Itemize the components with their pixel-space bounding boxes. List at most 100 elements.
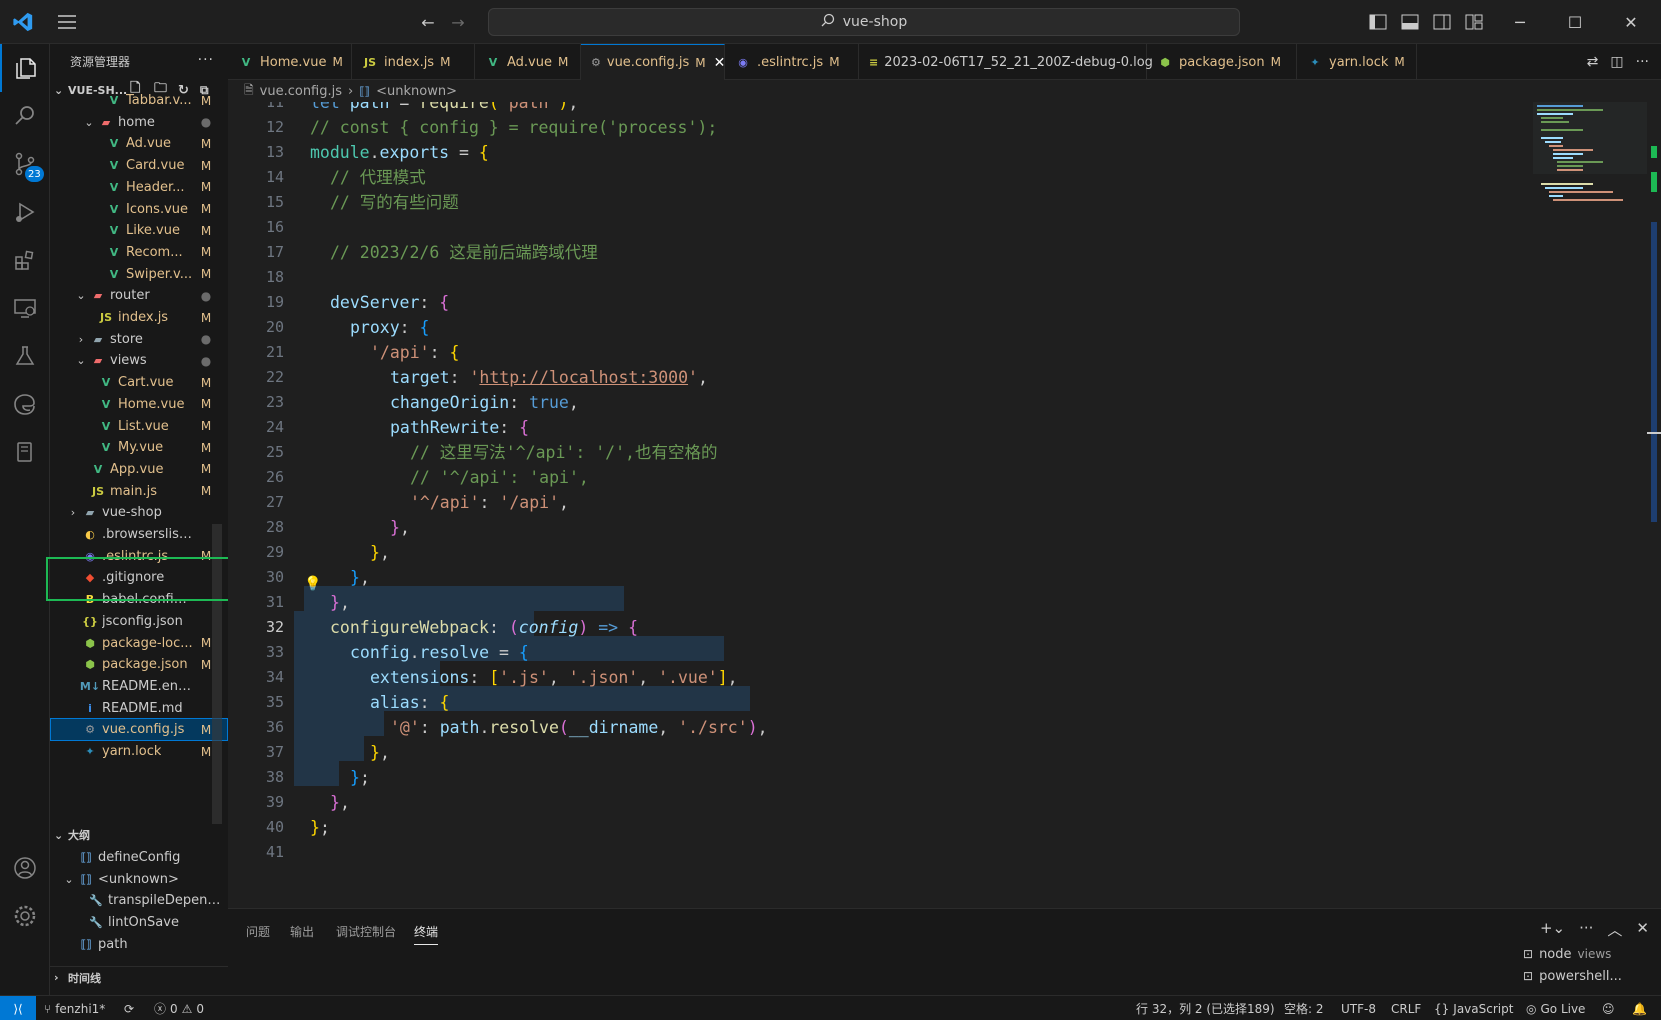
go-live-button[interactable]: ◎ Go Live [1526,996,1585,1020]
device-icon[interactable] [0,428,50,476]
sync-icon[interactable]: ⟳ [124,996,134,1020]
tree-item[interactable]: ◐ .browserslistrc [50,523,228,546]
remote-indicator-icon[interactable]: ⟩⟨ [0,996,36,1020]
tree-item[interactable]: V Header... M [50,176,228,199]
tree-item[interactable]: V My.vue M [50,436,228,459]
tree-item[interactable]: › ▰ store ● [50,328,228,351]
toggle-panel-icon[interactable] [1398,10,1422,34]
timeline-header[interactable]: › 时间线 [50,966,228,988]
chevron-right-icon[interactable]: › [66,506,80,519]
editor-tab[interactable]: ✦ yarn.lock M [1297,44,1417,80]
minimize-icon[interactable]: ─ [1505,10,1535,34]
tree-item[interactable]: V Recom... M [50,241,228,264]
remote-explorer-icon[interactable] [0,284,50,332]
explorer-more-icon[interactable]: ··· [198,52,214,68]
outline-item[interactable]: ⟦⟧ path [50,933,228,956]
tree-item[interactable]: V Ad.vue M [50,132,228,155]
testing-icon[interactable] [0,332,50,380]
code-editor[interactable]: 11 12 13 14 15 16 17 18 19 20 21 22 23 24 25 26 27 28 29 30… [228,102,1661,908]
source-control-icon[interactable]: 23 [0,140,50,188]
chevron-down-icon[interactable]: ⌄ [62,873,76,886]
tree-item[interactable]: JS index.js M [50,306,228,329]
close-panel-icon[interactable]: ✕ [1636,919,1649,940]
tree-item[interactable]: i README.md [50,697,228,720]
editor-scrollbar[interactable] [1647,102,1661,908]
tree-item[interactable]: V Cart.vue M [50,371,228,394]
tree-item[interactable]: V Icons.vue M [50,198,228,221]
outline-header[interactable]: ⌄ 大纲 [50,824,228,846]
toggle-primary-sidebar-icon[interactable] [1366,10,1390,34]
branch-indicator[interactable]: ⑂ fenzhi1* [44,996,105,1020]
line-ending[interactable]: CRLF [1391,996,1421,1020]
outline-item[interactable]: 🔧 lintOnSave [50,911,228,934]
close-tab-icon[interactable]: ✕ [714,55,726,71]
editor-tab[interactable]: V Ad.vue M [475,44,581,80]
search-icon[interactable] [0,92,50,140]
breadcrumb-file[interactable]: vue.config.js [260,84,342,99]
tree-item[interactable]: V Like.vue M [50,219,228,242]
tree-item[interactable]: ✦ yarn.lock M [50,740,228,763]
feedback-icon[interactable]: ☺ [1602,996,1615,1020]
command-center-search[interactable]: vue-shop [488,8,1240,36]
toggle-secondary-sidebar-icon[interactable] [1430,10,1454,34]
editor-tab[interactable]: V Home.vue M [228,44,352,80]
forward-arrow-icon[interactable]: → [446,10,470,34]
more-actions-icon[interactable]: ··· [1636,54,1649,70]
cursor-position[interactable]: 行 32，列 2 (已选择189) [1136,996,1275,1020]
open-changes-icon[interactable]: ⇄ [1587,54,1599,70]
chevron-down-icon[interactable]: ⌄ [74,354,88,367]
extensions-icon[interactable] [0,236,50,284]
tree-item[interactable]: V Tabbar.v... M [50,89,228,112]
split-editor-icon[interactable]: ◫ [1610,54,1623,70]
editor-tab[interactable]: ⚙ vue.config.js M ✕ [581,44,725,80]
tree-item[interactable]: V List.vue M [50,415,228,438]
tree-item[interactable]: › ▰ vue-shop [50,501,228,524]
panel-tab-terminal[interactable]: 终端 [414,923,439,945]
lightbulb-icon[interactable]: 💡 [304,576,321,592]
tree-item[interactable]: JS main.js M [50,480,228,503]
maximize-panel-icon[interactable]: ︿ [1607,919,1622,940]
tree-item[interactable]: V Card.vue M [50,154,228,177]
problems-indicator[interactable]: ⓧ 0 ⚠ 0 [154,996,204,1020]
tree-item[interactable]: ⬢ package-loc... M [50,632,228,655]
notifications-bell-icon[interactable]: 🔔 [1632,996,1647,1020]
tree-item[interactable]: V Home.vue M [50,393,228,416]
panel-tab-problems[interactable]: 问题 [246,923,270,940]
chevron-down-icon[interactable]: ⌄ [74,289,88,302]
close-window-icon[interactable]: ✕ [1616,10,1646,34]
customize-layout-icon[interactable] [1462,10,1486,34]
language-mode[interactable]: {} JavaScript [1434,996,1513,1020]
tree-item[interactable]: ⌄ ▰ views ● [50,349,228,372]
chevron-down-icon[interactable]: ⌄ [82,116,96,129]
minimap[interactable] [1533,102,1651,222]
tree-item[interactable]: ⌄ ▰ router ● [50,284,228,307]
editor-tab[interactable]: ≡ 2023-02-06T17_52_21_200Z-debug-0.log [859,44,1153,80]
encoding[interactable]: UTF-8 [1341,996,1376,1020]
tree-item[interactable]: V Swiper.v... M [50,263,228,286]
editor-tab[interactable]: ◉ .eslintrc.js M [725,44,859,80]
new-terminal-icon[interactable]: +⌄ [1540,919,1565,940]
panel-tab-debug-console[interactable]: 调试控制台 [336,923,396,940]
terminal-item[interactable]: ⊡ node views [1523,943,1649,965]
outline-item[interactable]: ⟦⟧ defineConfig [50,846,228,869]
menu-icon[interactable] [54,10,80,34]
explorer-icon[interactable] [0,44,50,92]
tree-item[interactable]: ⌄ ▰ home ● [50,111,228,134]
tree-item[interactable]: V App.vue M [50,458,228,481]
panel-tab-output[interactable]: 输出 [290,923,314,940]
outline-item[interactable]: ⌄ ⟦⟧ <unknown> [50,868,228,891]
indentation[interactable]: 空格: 2 [1284,996,1324,1020]
account-icon[interactable] [0,844,50,892]
editor-tab[interactable]: ⬢ package.json M [1147,44,1297,80]
breadcrumb-symbol[interactable]: <unknown> [376,84,457,99]
tree-item[interactable]: M↓ README.en.md [50,675,228,698]
manage-gear-icon[interactable] [0,892,50,940]
back-arrow-icon[interactable]: ← [416,10,440,34]
tree-item[interactable]: ⬢ package.json M [50,653,228,676]
maximize-icon[interactable]: ☐ [1560,10,1590,34]
chevron-right-icon[interactable]: › [74,333,88,346]
edge-icon[interactable] [0,380,50,428]
run-debug-icon[interactable] [0,188,50,236]
editor-tab[interactable]: JS index.js M [352,44,475,80]
tree-item[interactable]: ⚙ vue.config.js M [50,718,228,742]
